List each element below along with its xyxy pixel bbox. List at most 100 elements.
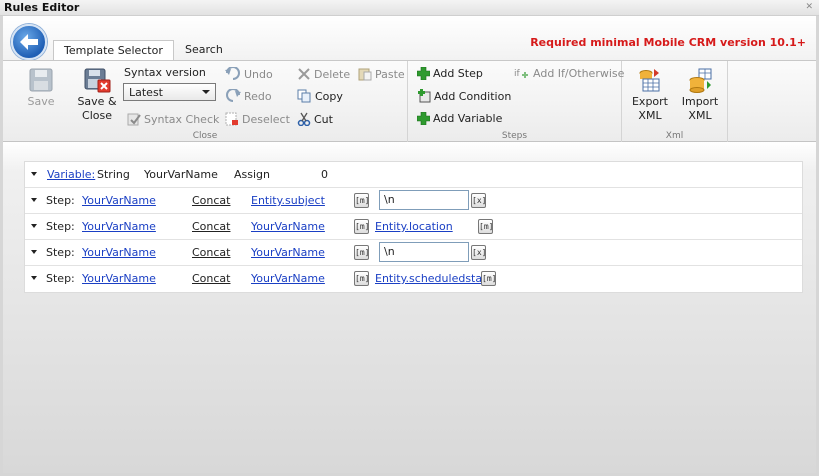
rule-row-step: Step: YourVarName Concat YourVarName [m]… [25, 240, 802, 266]
import-xml-button[interactable]: Import XML [680, 67, 720, 123]
redo-button[interactable]: Redo [225, 89, 272, 103]
plus-icon [417, 67, 430, 80]
add-step-label: Add Step [433, 67, 483, 80]
svg-text:if: if [514, 69, 521, 79]
window-titlebar: Rules Editor ✕ [0, 0, 819, 16]
expand-toggle-icon[interactable] [31, 172, 37, 176]
step-source-link[interactable]: Entity.subject [251, 194, 325, 207]
ribbon-group-steps: Add Step Add Condition Add Variable if A… [408, 61, 624, 143]
step-operation[interactable]: Concat [192, 194, 230, 207]
rule-row-step: Step: YourVarName Concat YourVarName [m]… [25, 266, 802, 292]
rules-content-area: Variable: String YourVarName Assign 0 St… [3, 142, 816, 473]
undo-label: Undo [244, 67, 273, 81]
add-step-button[interactable]: Add Step [417, 67, 483, 80]
variable-initial-value: 0 [321, 168, 328, 181]
tab-search[interactable]: Search [175, 40, 233, 60]
rules-list: Variable: String YourVarName Assign 0 St… [24, 161, 803, 293]
add-condition-button[interactable]: Add Condition [417, 89, 511, 103]
step-operation[interactable]: Concat [192, 272, 230, 285]
paste-button[interactable]: Paste [358, 67, 405, 81]
expand-toggle-icon[interactable] [31, 276, 37, 280]
ribbon-group-close: Save Save & Close Syntax version Latest [3, 61, 408, 143]
mode-toggle-button[interactable]: [m] [354, 193, 369, 208]
step-target-link[interactable]: YourVarName [82, 246, 156, 259]
deselect-label: Deselect [242, 112, 290, 126]
add-variable-label: Add Variable [433, 112, 503, 125]
step-target-link[interactable]: YourVarName [82, 194, 156, 207]
mode-toggle-button[interactable]: [m] [481, 271, 496, 286]
add-variable-button[interactable]: Add Variable [417, 112, 502, 125]
delete-button[interactable]: Delete [297, 67, 350, 81]
step-target-link[interactable]: YourVarName [82, 220, 156, 233]
export-xml-icon [639, 69, 660, 92]
expand-toggle-icon[interactable] [31, 250, 37, 254]
plus-icon [417, 112, 430, 125]
syntax-check-label: Syntax Check [144, 112, 220, 126]
delete-label: Delete [314, 67, 351, 81]
step-expression-link[interactable]: Entity.location [375, 220, 453, 233]
add-condition-icon [418, 89, 431, 103]
import-xml-label-line1: Import [681, 95, 719, 108]
undo-icon [225, 67, 240, 80]
clear-toggle-button[interactable]: [x] [471, 245, 486, 260]
variable-name: YourVarName [144, 168, 218, 181]
close-icon[interactable]: ✕ [805, 2, 813, 12]
export-xml-button[interactable]: Export XML [630, 67, 670, 123]
redo-label: Redo [244, 89, 272, 103]
mode-toggle-button[interactable]: [m] [478, 219, 493, 234]
save-close-label-line2: Close [82, 109, 112, 122]
expand-toggle-icon[interactable] [31, 224, 37, 228]
step-operation[interactable]: Concat [192, 246, 230, 259]
clear-toggle-button[interactable]: [x] [471, 193, 486, 208]
crm-version-notice: Required minimal Mobile CRM version 10.1… [530, 36, 806, 49]
window-title: Rules Editor [4, 1, 80, 14]
mode-toggle-button[interactable]: [m] [354, 219, 369, 234]
syntax-version-label: Syntax version [124, 66, 206, 79]
syntax-version-select[interactable]: Latest [123, 83, 216, 101]
back-arrow-icon [20, 34, 38, 50]
step-source-link[interactable]: YourVarName [251, 272, 325, 285]
delete-icon [298, 68, 310, 80]
step-source-link[interactable]: YourVarName [251, 220, 325, 233]
save-button[interactable]: Save [23, 67, 59, 109]
save-close-label-line1: Save & [77, 95, 117, 108]
step-text-input[interactable]: \n [379, 190, 469, 210]
variable-keyword-link[interactable]: Variable: [47, 168, 95, 181]
add-if-otherwise-button[interactable]: if Add If/Otherwise [514, 67, 624, 80]
step-operation[interactable]: Concat [192, 220, 230, 233]
syntax-check-icon [127, 113, 141, 126]
export-xml-label-line1: Export [631, 95, 668, 108]
step-expression-link[interactable]: Entity.scheduledstart [375, 272, 491, 285]
undo-button[interactable]: Undo [225, 67, 273, 81]
paste-label: Paste [375, 67, 405, 81]
step-keyword: Step: [46, 194, 75, 207]
copy-button[interactable]: Copy [297, 89, 343, 103]
mode-toggle-button[interactable]: [m] [354, 271, 369, 286]
step-keyword: Step: [46, 220, 75, 233]
variable-operation: Assign [234, 168, 270, 181]
copy-icon [297, 89, 311, 103]
save-close-button[interactable]: Save & Close [75, 67, 119, 123]
ribbon-group-xml-label: Xml [665, 131, 684, 141]
export-xml-label-line2: XML [638, 109, 662, 122]
back-button[interactable] [11, 24, 47, 60]
mode-toggle-button[interactable]: [m] [354, 245, 369, 260]
deselect-button[interactable]: Deselect [225, 112, 290, 126]
save-label: Save [27, 95, 55, 108]
cut-button[interactable]: Cut [297, 112, 333, 126]
ribbon-toolbar: Save Save & Close Syntax version Latest [3, 60, 816, 143]
ribbon-group-steps-label: Steps [501, 131, 528, 141]
copy-label: Copy [315, 89, 343, 103]
syntax-check-button[interactable]: Syntax Check [127, 112, 219, 126]
expand-toggle-icon[interactable] [31, 198, 37, 202]
import-xml-label-line2: XML [688, 109, 712, 122]
add-if-icon: if [514, 69, 528, 79]
rule-row-step: Step: YourVarName Concat YourVarName [m]… [25, 214, 802, 240]
tab-template-selector[interactable]: Template Selector [53, 40, 174, 60]
tab-strip: Template Selector Search Required minima… [3, 16, 816, 60]
chevron-down-icon [202, 90, 210, 94]
step-text-input[interactable]: \n [379, 242, 469, 262]
ribbon-group-xml: Export XML Import XML Xml [622, 61, 728, 143]
step-target-link[interactable]: YourVarName [82, 272, 156, 285]
step-source-link[interactable]: YourVarName [251, 246, 325, 259]
